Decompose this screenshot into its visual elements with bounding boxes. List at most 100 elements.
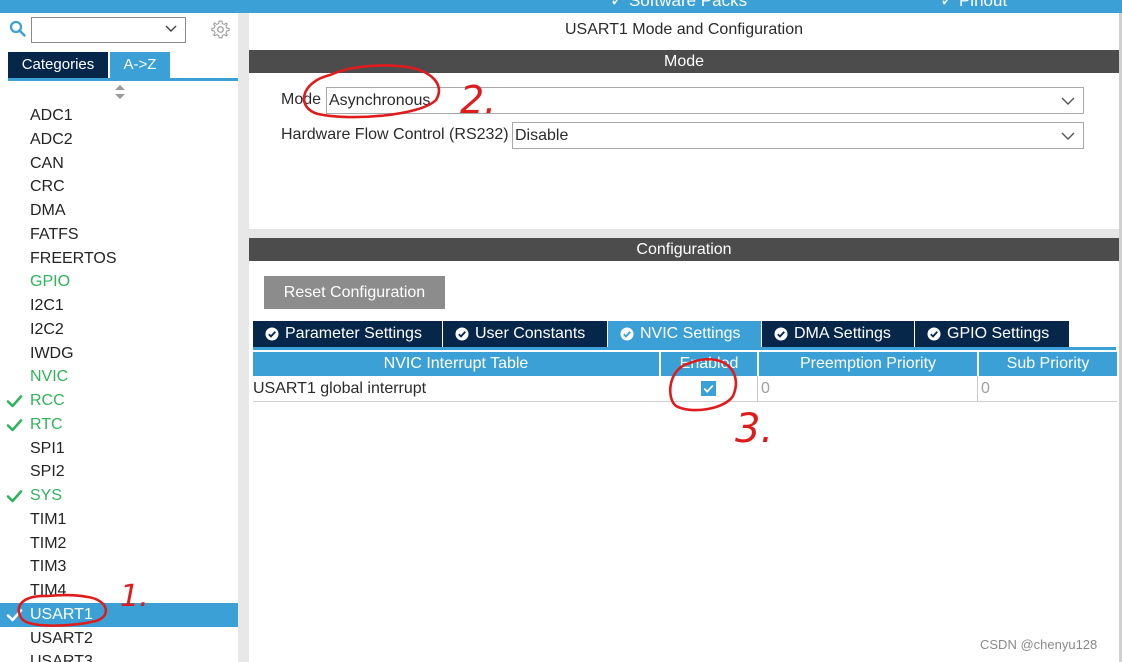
sidebar-item-can[interactable]: CAN [0,152,238,176]
sidebar-item-usart3[interactable]: USART3 [0,650,238,662]
sidebar-item-i2c1[interactable]: I2C1 [0,294,238,318]
configuration-panel: Configuration Reset Configuration Parame… [249,238,1119,662]
column-header-sub-priority[interactable]: Sub Priority [979,352,1117,376]
column-header-enabled[interactable]: Enabled [661,352,757,376]
sidebar-item-freertos[interactable]: FREERTOS [0,247,238,271]
mode-panel: USART1 Mode and Configuration Mode Mode … [249,13,1119,229]
configuration-area: USART1 Mode and Configuration Mode Mode … [249,13,1122,662]
sidebar-item-label: TIM1 [30,510,67,528]
tab-nvic-settings[interactable]: NVIC Settings [608,321,761,347]
sub-priority-cell[interactable]: 0 [977,376,1117,402]
tab-label: GPIO Settings [947,325,1050,342]
hardware-flow-control-label: Hardware Flow Control (RS232) [281,126,509,143]
pinout-menu[interactable]: ✓ Pinout [940,0,1007,11]
sidebar-item-label: TIM4 [30,582,67,599]
sidebar-item-label: SYS [30,487,63,504]
software-packs-menu[interactable]: ✓ Software Packs [610,0,747,11]
sidebar-item-label: CRC [30,178,65,196]
sidebar-item-crc[interactable]: CRC [0,175,238,199]
sidebar-item-label: DMA [30,202,66,219]
preemption-priority-cell[interactable]: 0 [757,376,977,402]
sidebar-item-label: FREERTOS [30,249,117,267]
tab-user-constants[interactable]: User Constants [443,321,607,347]
sidebar-item-nvic[interactable]: NVIC [0,365,238,389]
search-icon[interactable] [9,20,26,37]
tab-dma-settings[interactable]: DMA Settings [762,321,914,347]
tab-categories[interactable]: Categories [8,52,108,78]
sidebar-item-rtc[interactable]: RTC [0,413,238,437]
search-bar [0,13,239,50]
hardware-flow-control-select[interactable]: Disable [512,122,1084,149]
sidebar-item-label: RTC [30,415,63,433]
sidebar-item-label: GPIO [30,273,71,291]
check-circle-icon [774,327,788,341]
hardware-flow-control-value: Disable [515,127,569,144]
sidebar-item-label: SPI2 [30,463,65,481]
sidebar-item-sys[interactable]: SYS [0,484,238,508]
sidebar-item-i2c2[interactable]: I2C2 [0,318,238,342]
tab-underline [8,78,238,81]
sidebar-item-usart1[interactable]: USART1 [0,602,238,627]
sidebar-scrollbar[interactable] [238,13,249,662]
peripheral-sidebar: Categories A->Z ADC1 ADC2 CAN CRC DMA FATFS FR… [0,13,240,662]
mode-select[interactable]: Asynchronous [326,87,1084,114]
sidebar-item-usart2[interactable]: USART2 [0,627,238,651]
mode-section-header: Mode [249,50,1119,73]
mode-label: Mode [281,91,322,108]
sidebar-item-label: TIM3 [30,558,67,576]
enabled-checkbox[interactable] [701,381,716,396]
check-icon [6,418,23,432]
sidebar-item-label: I2C1 [30,297,64,314]
sidebar-item-gpio[interactable]: GPIO [0,270,238,294]
sidebar-item-adc2[interactable]: ADC2 [0,128,238,152]
sidebar-item-label: SPI1 [30,439,65,457]
sidebar-item-label: USART1 [30,605,93,623]
sidebar-item-label: I2C2 [30,320,64,338]
peripheral-list: ADC1 ADC2 CAN CRC DMA FATFS FREERTOS GPIO I2C1 I2… [0,104,238,662]
check-icon [6,490,23,503]
chevron-down-icon[interactable] [1061,97,1075,106]
sidebar-item-tim4[interactable]: TIM4 [0,579,238,603]
sidebar-item-tim1[interactable]: TIM1 [0,508,238,532]
sidebar-item-label: IWDG [30,344,74,362]
table-row[interactable]: USART1 global interrupt 0 0 [253,376,1117,402]
sidebar-item-label: NVIC [30,368,69,386]
check-circle-icon [265,327,279,341]
sidebar-item-dma[interactable]: DMA [0,199,238,223]
sidebar-item-fatfs[interactable]: FATFS [0,223,238,247]
tab-underline [253,347,1116,350]
check-circle-icon [620,327,634,341]
sidebar-item-label: ADC1 [30,107,73,124]
tab-parameter-settings[interactable]: Parameter Settings [253,321,442,347]
sidebar-item-spi2[interactable]: SPI2 [0,460,238,484]
interrupt-name: USART1 global interrupt [253,380,427,397]
chevron-down-icon[interactable] [165,25,177,33]
check-icon [6,608,23,622]
tab-label: DMA Settings [794,325,891,342]
enabled-cell [661,376,757,402]
sidebar-item-label: ADC2 [30,130,73,148]
reset-configuration-button[interactable]: Reset Configuration [264,276,445,309]
sidebar-item-tim2[interactable]: TIM2 [0,532,238,556]
sidebar-item-label: RCC [30,392,65,409]
sidebar-item-label: TIM2 [30,534,67,552]
sidebar-item-tim3[interactable]: TIM3 [0,555,238,579]
check-circle-icon [927,327,941,341]
check-icon [6,395,23,408]
column-header-preemption-priority[interactable]: Preemption Priority [759,352,977,376]
gear-icon[interactable] [210,19,231,40]
tab-gpio-settings[interactable]: GPIO Settings [915,321,1069,347]
search-input[interactable] [31,17,186,43]
sort-icon[interactable] [113,84,127,100]
mode-select-value: Asynchronous [329,92,431,109]
configuration-section-header: Configuration [249,238,1119,261]
tab-label: NVIC Settings [640,325,741,342]
sidebar-item-spi1[interactable]: SPI1 [0,437,238,461]
sidebar-item-rcc[interactable]: RCC [0,389,238,413]
chevron-down-icon[interactable] [1061,132,1075,141]
tab-label: Parameter Settings [285,325,422,342]
tab-a-z[interactable]: A->Z [110,52,170,78]
sidebar-item-adc1[interactable]: ADC1 [0,104,238,128]
column-header-name[interactable]: NVIC Interrupt Table [253,352,659,376]
sidebar-item-iwdg[interactable]: IWDG [0,342,238,366]
